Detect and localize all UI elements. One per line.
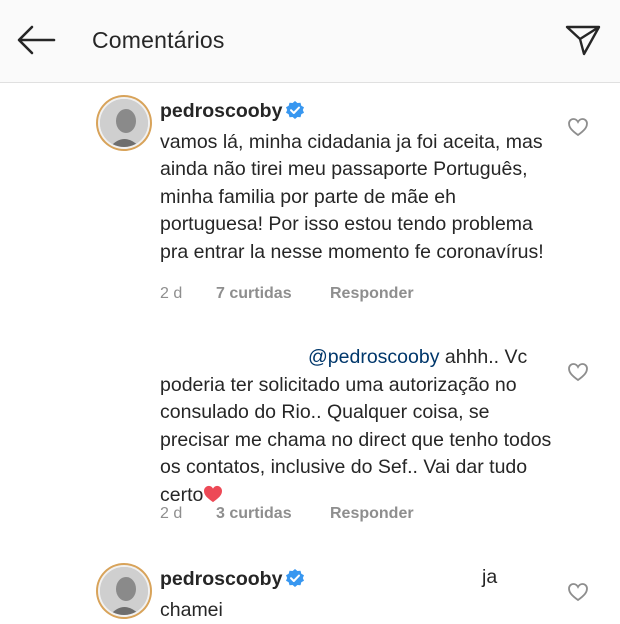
comment-meta: 2 d 3 curtidas Responder xyxy=(160,505,414,523)
comment-body: pedroscooby vamos lá, minha cidadania ja… xyxy=(160,98,560,266)
comment-username[interactable]: pedroscooby xyxy=(160,100,282,122)
comment-likes[interactable]: 3 curtidas xyxy=(216,505,330,523)
share-button[interactable] xyxy=(562,22,604,58)
comment-time: 2 d xyxy=(160,285,183,302)
like-button[interactable] xyxy=(567,116,589,138)
heart-outline-icon xyxy=(568,118,588,137)
comment-meta: 2 d 7 curtidas Responder xyxy=(160,285,414,303)
avatar[interactable] xyxy=(98,97,150,149)
comment-time: 2 d xyxy=(160,505,183,522)
page-title: Comentários xyxy=(92,27,225,53)
comment-likes[interactable]: 7 curtidas xyxy=(216,285,330,303)
comment-text: ahhh.. Vc poderia ter solicitado uma aut… xyxy=(160,346,552,506)
arrow-left-icon xyxy=(17,25,56,55)
comment-body: pedroscooby chamei xyxy=(160,566,560,624)
comment-username[interactable]: pedroscooby xyxy=(160,568,282,590)
comment-text: vamos lá, minha cidadania ja foi aceita,… xyxy=(160,130,544,263)
heart-emoji-icon xyxy=(203,484,223,506)
back-button[interactable] xyxy=(14,22,58,58)
top-bar: Comentários xyxy=(0,0,620,83)
comment-text-ja: ja xyxy=(482,566,498,588)
reply-button[interactable]: Responder xyxy=(330,505,414,523)
like-button[interactable] xyxy=(567,361,589,383)
heart-outline-icon xyxy=(568,583,588,602)
comment-text: chamei xyxy=(160,598,223,621)
avatar[interactable] xyxy=(98,565,150,617)
like-button[interactable] xyxy=(567,581,589,603)
reply-comment-body: @pedroscooby ahhh.. Vc poderia ter solic… xyxy=(160,344,560,509)
paper-plane-icon xyxy=(565,25,601,56)
verified-badge-icon xyxy=(285,568,305,597)
reply-button[interactable]: Responder xyxy=(330,285,414,303)
verified-badge-icon xyxy=(285,100,305,129)
heart-outline-icon xyxy=(568,363,588,382)
